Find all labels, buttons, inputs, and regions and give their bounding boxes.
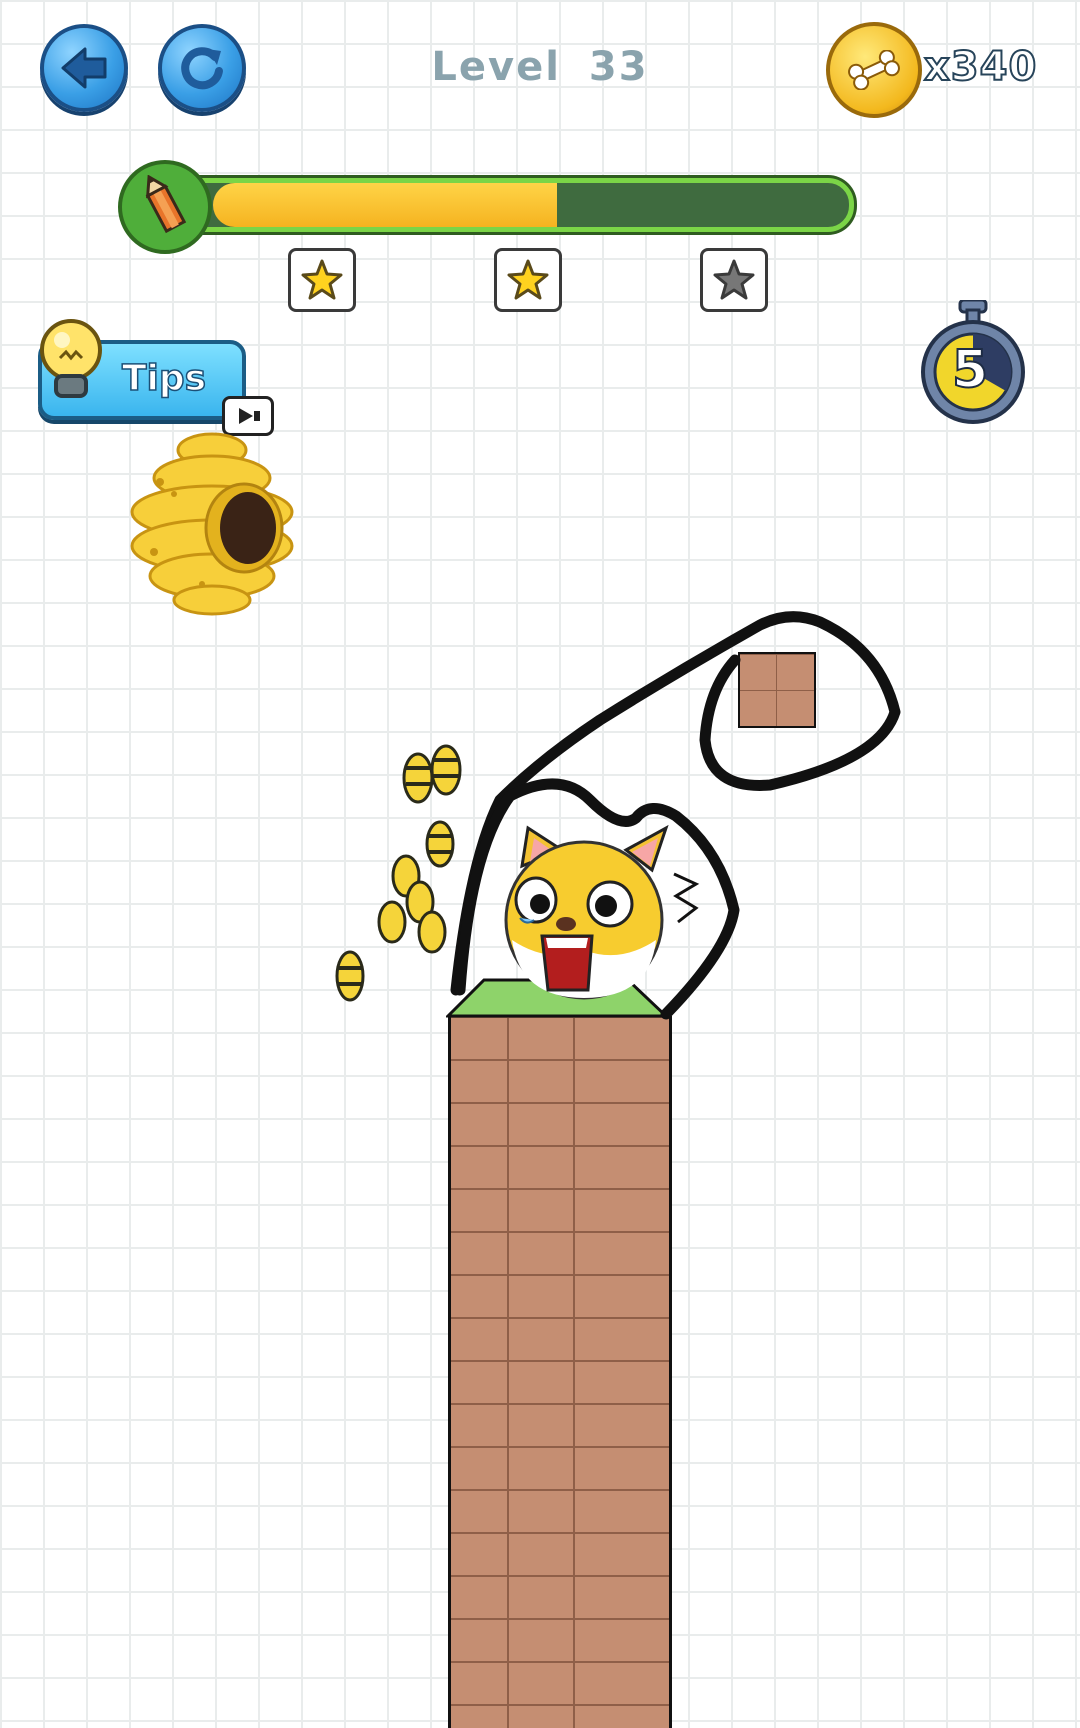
- back-arrow-icon: [61, 47, 107, 89]
- dog-character: [504, 824, 669, 1000]
- star-slot-3: [700, 248, 768, 312]
- star-slot-1: [288, 248, 356, 312]
- tips-label: Tips: [121, 357, 207, 400]
- back-button[interactable]: [40, 24, 128, 112]
- bee-swarm: [335, 744, 462, 1002]
- coin-icon: [826, 22, 922, 118]
- level-title: Level 33: [390, 44, 690, 90]
- stopwatch-timer: 5: [918, 300, 1028, 430]
- brick-block: [738, 652, 816, 728]
- star-icon: [301, 259, 343, 300]
- pencil-icon: [145, 175, 187, 234]
- pencil-badge: [118, 160, 212, 254]
- bone-coin-icon: [848, 50, 900, 90]
- timer-seconds: 5: [951, 339, 989, 401]
- level-label: Level: [431, 44, 561, 90]
- beehive: [124, 424, 300, 620]
- brick-pillar: [448, 1016, 672, 1728]
- bee-icon: [335, 744, 462, 1002]
- shiver-marks: [673, 872, 700, 924]
- ink-progress-fill: [213, 183, 557, 227]
- star-icon: [713, 259, 755, 300]
- restart-button[interactable]: [158, 24, 246, 112]
- restart-icon: [181, 47, 223, 90]
- lightbulb-icon: [36, 318, 106, 404]
- star-icon: [507, 259, 549, 300]
- ink-progress-bar: [124, 178, 854, 232]
- coin-count: x340: [923, 43, 1038, 91]
- star-slot-2: [494, 248, 562, 312]
- level-number: 33: [588, 44, 649, 90]
